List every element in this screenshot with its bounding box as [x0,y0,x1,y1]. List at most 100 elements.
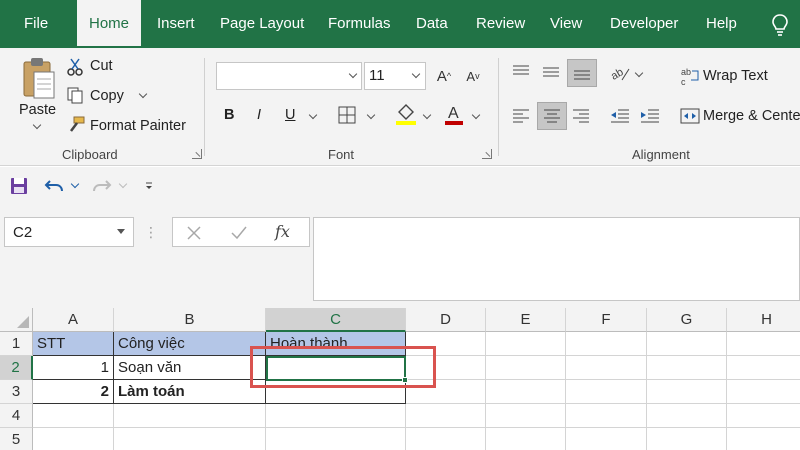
undo-dropdown-icon[interactable] [70,179,80,189]
cell-g5[interactable] [647,428,727,450]
name-box[interactable]: C2 [4,217,134,247]
borders-icon[interactable] [338,106,356,124]
fill-color-icon[interactable] [395,102,417,126]
cell-d5[interactable] [406,428,486,450]
column-header-b[interactable]: B [114,308,266,332]
italic-button[interactable]: I [257,107,261,123]
decrease-indent-icon[interactable] [610,108,630,124]
cell-h2[interactable] [727,356,800,380]
tab-help[interactable]: Help [706,0,737,48]
cell-b4[interactable] [114,404,266,428]
align-center-icon[interactable] [537,102,567,130]
font-color-dropdown-icon[interactable] [471,110,481,120]
cell-e3[interactable] [486,380,566,404]
cell-e2[interactable] [486,356,566,380]
customize-toolbar-icon[interactable] [144,181,154,191]
cell-f1[interactable] [566,332,647,356]
row-header-2[interactable]: 2 [0,356,33,380]
underline-dropdown-icon[interactable] [308,110,318,120]
fill-color-dropdown-icon[interactable] [422,110,432,120]
tab-page-layout[interactable]: Page Layout [220,0,304,48]
column-header-e[interactable]: E [486,308,566,332]
cell-b2[interactable]: Soạn văn [114,356,266,380]
align-right-icon[interactable] [572,108,590,124]
row-header-1[interactable]: 1 [0,332,33,356]
save-icon[interactable] [10,177,28,195]
cell-h4[interactable] [727,404,800,428]
cell-a3[interactable]: 2 [33,380,114,404]
cell-b5[interactable] [114,428,266,450]
cell-f2[interactable] [566,356,647,380]
underline-button[interactable]: U [285,107,295,123]
cell-a5[interactable] [33,428,114,450]
wrap-text-button[interactable]: Wrap Text [703,68,768,84]
undo-icon[interactable] [44,177,64,195]
bottom-align-icon[interactable] [567,59,597,87]
clipboard-launcher-icon[interactable] [192,149,202,159]
formula-input[interactable] [313,217,800,301]
merge-center-button[interactable]: Merge & Center [703,108,800,124]
tab-data[interactable]: Data [416,0,448,48]
cell-e5[interactable] [486,428,566,450]
cell-a2[interactable]: 1 [33,356,114,380]
column-header-a[interactable]: A [33,308,114,332]
format-painter-button[interactable]: Format Painter [90,118,186,134]
tab-insert[interactable]: Insert [157,0,195,48]
tab-home[interactable]: Home [77,0,142,49]
column-header-g[interactable]: G [647,308,727,332]
lightbulb-icon[interactable] [770,14,790,36]
column-header-f[interactable]: F [566,308,647,332]
increase-indent-icon[interactable] [640,108,660,124]
font-name-combobox[interactable] [216,62,362,90]
font-color-icon[interactable]: A [444,102,464,126]
row-header-3[interactable]: 3 [0,380,33,404]
font-size-combobox[interactable]: 11 [364,62,426,90]
bold-button[interactable]: B [224,107,234,123]
cell-h5[interactable] [727,428,800,450]
cell-g1[interactable] [647,332,727,356]
paste-dropdown-icon[interactable] [32,120,42,130]
column-header-h[interactable]: H [727,308,800,332]
borders-dropdown-icon[interactable] [366,110,376,120]
cell-h3[interactable] [727,380,800,404]
align-left-icon[interactable] [512,108,530,124]
font-name-dropdown-icon[interactable] [348,69,358,79]
font-size-dropdown-icon[interactable] [411,69,421,79]
row-header-5[interactable]: 5 [0,428,33,450]
row-header-4[interactable]: 4 [0,404,33,428]
copy-dropdown-icon[interactable] [138,89,148,99]
font-launcher-icon[interactable] [482,149,492,159]
cell-h1[interactable] [727,332,800,356]
redo-icon[interactable] [92,177,112,195]
cell-e4[interactable] [486,404,566,428]
tab-formulas[interactable]: Formulas [328,0,391,48]
decrease-font-size-icon[interactable]: Av [464,66,482,86]
cancel-icon[interactable] [187,226,201,240]
tab-developer[interactable]: Developer [610,0,678,48]
cell-g4[interactable] [647,404,727,428]
cell-b3[interactable]: Làm toán [114,380,266,404]
paste-button[interactable]: Paste [19,102,56,118]
tab-file[interactable]: File [24,0,48,48]
select-all-button[interactable] [0,308,33,332]
tab-review[interactable]: Review [476,0,525,48]
cell-b1[interactable]: Công việc [114,332,266,356]
top-align-icon[interactable] [512,64,530,80]
cell-c4[interactable] [266,404,406,428]
cell-e1[interactable] [486,332,566,356]
cell-a4[interactable] [33,404,114,428]
enter-icon[interactable] [231,226,247,240]
tab-view[interactable]: View [550,0,582,48]
redo-dropdown-icon[interactable] [118,179,128,189]
orientation-icon[interactable]: ab [610,64,630,82]
drag-handle-icon[interactable]: ⋮ [144,223,158,241]
column-header-c[interactable]: C [266,308,406,332]
cut-button[interactable]: Cut [90,58,113,74]
cell-g2[interactable] [647,356,727,380]
cell-f4[interactable] [566,404,647,428]
cell-f3[interactable] [566,380,647,404]
orientation-dropdown-icon[interactable] [634,68,644,78]
insert-function-icon[interactable]: fx [275,222,290,241]
cell-c5[interactable] [266,428,406,450]
middle-align-icon[interactable] [542,64,560,80]
